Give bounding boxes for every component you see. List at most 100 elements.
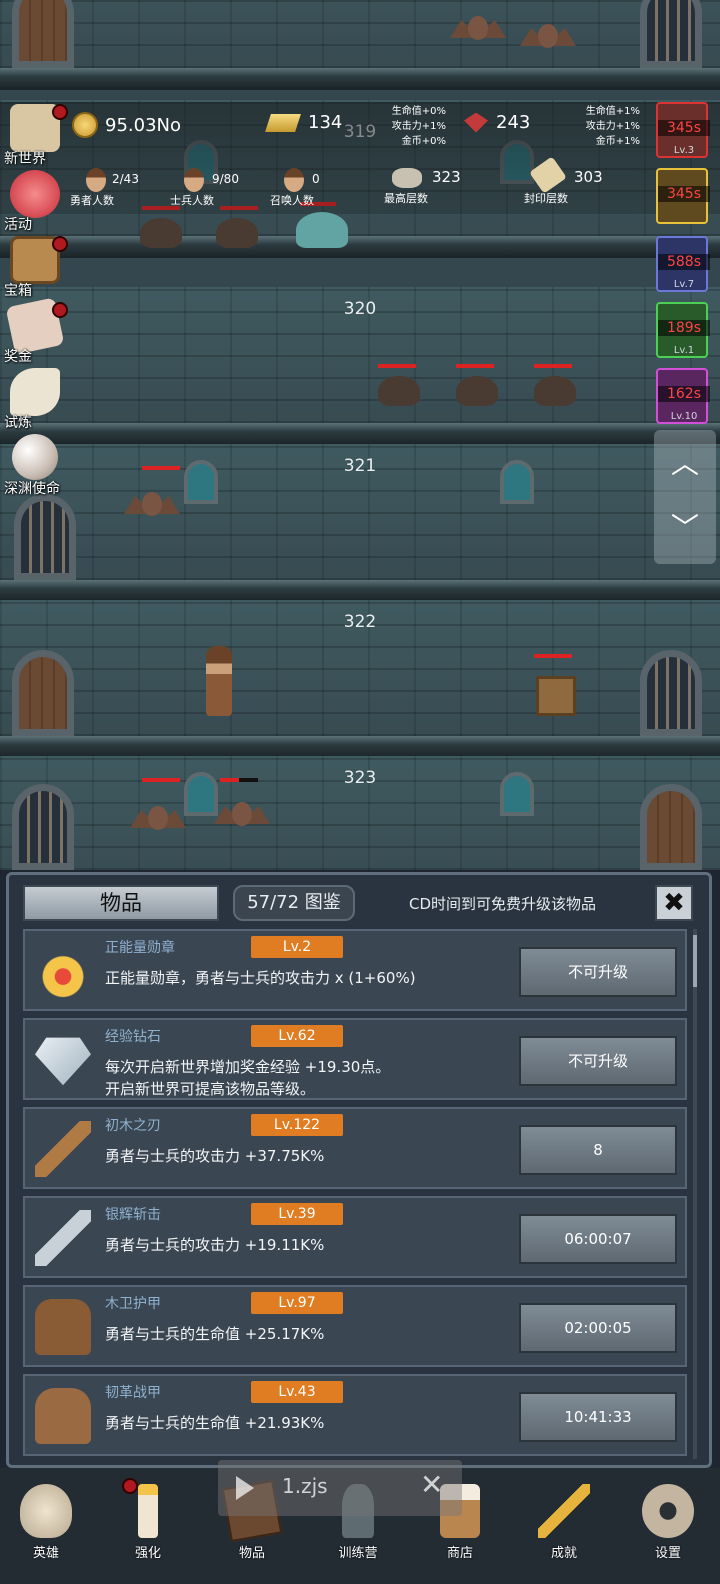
scrollbar-thumb[interactable] <box>693 935 697 987</box>
floor-number: 320 <box>343 299 377 319</box>
silver-sword-icon <box>35 1210 91 1266</box>
spider-enemy <box>456 376 498 406</box>
item-desc-line: 正能量勋章，勇者与士兵的攻击力 x (1+60%) <box>105 969 416 987</box>
max-floor-stat: 323 最高层数 <box>384 168 461 206</box>
item-description: 每次开启新世界增加奖金经验 +19.30点。 开启新世界可提高该物品等级。 <box>105 1056 525 1100</box>
resource-hud: 95.03No 134 生命值+0% 攻击力+1% 金币+0% 243 生命值+… <box>0 102 720 212</box>
spider-enemy <box>216 218 258 248</box>
scroll-down-button[interactable]: ﹀ <box>654 506 716 546</box>
key-icon <box>538 1484 590 1538</box>
item-level-badge: Lv.97 <box>251 1292 343 1314</box>
hero-count-stat: 2/43 勇者人数 <box>70 172 139 208</box>
upgrade-button[interactable]: 8 <box>519 1125 677 1175</box>
menu-trial[interactable]: 试炼 <box>4 368 66 431</box>
item-name: 初木之刃 <box>105 1118 161 1134</box>
buff-hp: 生命值+1% <box>585 106 640 117</box>
menu-label: 宝箱 <box>4 283 32 299</box>
nav-label: 英雄 <box>32 1546 59 1561</box>
spider-enemy <box>534 376 576 406</box>
tower-scene: 319 320 321 322 323 <box>0 0 720 870</box>
floor-320: 320 <box>0 287 720 445</box>
bat-enemy <box>130 800 186 840</box>
heart-icon <box>10 170 60 218</box>
menu-abyss-mission[interactable]: 深渊使命 <box>4 434 66 497</box>
nav-settings[interactable]: 设置 <box>628 1476 708 1576</box>
armor-icon <box>35 1299 91 1355</box>
skill-level: Lv.10 <box>670 411 698 422</box>
gold-bar-icon <box>265 113 301 132</box>
menu-label: 深渊使命 <box>4 481 60 497</box>
item-name: 银辉斩击 <box>105 1207 161 1223</box>
buff-atk: 攻击力+1% <box>585 121 640 132</box>
upgrade-button[interactable]: 10:41:33 <box>519 1392 677 1442</box>
enemy-hp-bar <box>534 364 572 368</box>
menu-new-world[interactable]: 新世界 <box>4 104 68 167</box>
item-level-badge: Lv.62 <box>251 1025 343 1047</box>
nav-label: 成就 <box>550 1546 577 1561</box>
items-panel: 物品 57/72 图鉴 CD时间到可免费升级该物品 ✖ 正能量勋章 Lv.2 正… <box>6 872 712 1468</box>
skill-button-3[interactable]: 588s Lv.7 <box>656 236 710 292</box>
skull-icon <box>20 1484 72 1538</box>
upgrade-button[interactable]: 06:00:07 <box>519 1214 677 1264</box>
nav-heroes[interactable]: 英雄 <box>6 1476 86 1576</box>
notification-dot <box>52 302 68 318</box>
buff-coin: 金币+0% <box>401 136 446 147</box>
nav-upgrade[interactable]: 强化 <box>108 1476 188 1576</box>
close-button[interactable]: ✖ <box>655 885 693 921</box>
buff-coin: 金币+1% <box>595 136 640 147</box>
leather-armor-icon <box>35 1388 91 1444</box>
skill-cooldown: 162s <box>658 386 710 402</box>
coin-counter: 95.03No <box>72 112 181 138</box>
skill-button-5[interactable]: 162s Lv.10 <box>656 368 710 424</box>
script-runner-overlay: 1.zjs ✕ <box>218 1460 462 1516</box>
menu-event[interactable]: 活动 <box>4 170 66 233</box>
window-icon <box>184 460 218 504</box>
list-item: 正能量勋章 Lv.2 正能量勋章，勇者与士兵的攻击力 x (1+60%) 不可升… <box>23 929 687 1011</box>
skill-level: Lv.3 <box>673 145 695 156</box>
summon-count-label: 召唤人数 <box>270 194 314 207</box>
nav-achievements[interactable]: 成就 <box>524 1476 604 1576</box>
item-desc-line: 勇者与士兵的攻击力 +37.75K% <box>105 1147 325 1165</box>
upgrade-button[interactable]: 02:00:05 <box>519 1303 677 1353</box>
menu-chest[interactable]: 宝箱 <box>4 236 68 299</box>
wood-sword-icon <box>35 1121 91 1177</box>
spider-enemy <box>378 376 420 406</box>
skill-button-2[interactable]: 345s <box>656 168 710 224</box>
gear-icon <box>642 1484 694 1538</box>
hero-count: 2/43 <box>112 172 139 186</box>
list-scrollbar[interactable] <box>693 929 697 1459</box>
items-tab[interactable]: 物品 <box>23 885 219 921</box>
notification-dot <box>52 236 68 252</box>
medal-icon <box>35 943 91 999</box>
soldier-count-stat: 9/80 士兵人数 <box>170 172 239 208</box>
item-desc-line: 勇者与士兵的生命值 +21.93K% <box>105 1414 325 1432</box>
hero-character <box>206 646 232 716</box>
item-description: 勇者与士兵的攻击力 +19.11K% <box>105 1234 525 1256</box>
item-desc-line: 每次开启新世界增加奖金经验 +19.30点。 <box>105 1058 391 1076</box>
gate-icon <box>640 650 702 736</box>
summon-count: 0 <box>312 172 320 186</box>
spider-enemy <box>140 218 182 248</box>
enemy-hp-bar <box>220 778 258 782</box>
buff-list-right: 生命值+1% 攻击力+1% 金币+1% <box>572 104 640 149</box>
close-icon[interactable]: ✕ <box>420 1468 443 1501</box>
enemy-hp-bar <box>142 778 180 782</box>
upgrade-button[interactable]: 不可升级 <box>519 1036 677 1086</box>
ruby-icon <box>464 112 488 133</box>
list-item: 初木之刃 Lv.122 勇者与士兵的攻击力 +37.75K% 8 <box>23 1107 687 1189</box>
collection-count-button[interactable]: 57/72 图鉴 <box>233 885 355 921</box>
menu-bonus[interactable]: 奖金 <box>4 297 68 365</box>
max-floor-value: 323 <box>432 168 461 186</box>
skill-button-4[interactable]: 189s Lv.1 <box>656 302 710 358</box>
floor-318 <box>0 0 720 90</box>
nav-label: 强化 <box>134 1546 161 1561</box>
upgrade-button[interactable]: 不可升级 <box>519 947 677 997</box>
floor-number: 321 <box>343 456 377 476</box>
enemy-hp-bar <box>534 654 572 658</box>
play-icon[interactable] <box>236 1476 254 1500</box>
bat-enemy <box>450 10 506 50</box>
bat-enemy <box>520 18 576 58</box>
diamond-icon <box>35 1037 91 1086</box>
scroll-up-button[interactable]: ︿ <box>654 442 716 482</box>
skill-button-1[interactable]: 345s Lv.3 <box>656 102 710 158</box>
